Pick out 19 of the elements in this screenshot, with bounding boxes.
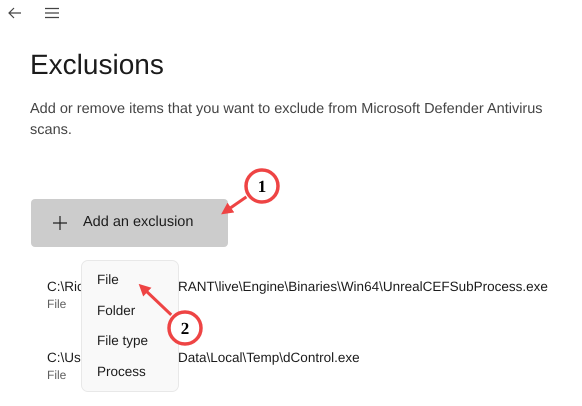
file-path: C:\Us <box>47 350 81 365</box>
annotation-arrow <box>138 284 172 316</box>
plus-icon <box>53 216 67 230</box>
step-badge: 2 <box>167 310 203 346</box>
menu-item[interactable]: File type <box>97 331 148 352</box>
file-path: RANT\live\Engine\Binaries\Win64\UnrealCEFSubProcess.exe <box>178 278 548 296</box>
add-exclusion-button[interactable]: Add an exclusion <box>31 199 228 247</box>
back-icon[interactable] <box>8 7 22 19</box>
annotation-arrow <box>221 196 248 214</box>
file-path: Data\Local\Temp\dControl.exe <box>178 349 360 367</box>
menu-icon[interactable] <box>44 7 60 19</box>
step-badge: 1 <box>244 168 280 204</box>
exclusion-type: File <box>47 296 66 312</box>
menu-item[interactable]: File <box>97 270 119 290</box>
page-title: Exclusions <box>30 48 164 82</box>
exclusion-type: File <box>47 367 66 383</box>
menu-item[interactable]: Process <box>97 362 146 382</box>
menu-item[interactable]: Folder <box>97 300 136 321</box>
description: Add or remove items that you want to exclude from Microsoft Defender Antivirus scans. <box>30 100 544 140</box>
